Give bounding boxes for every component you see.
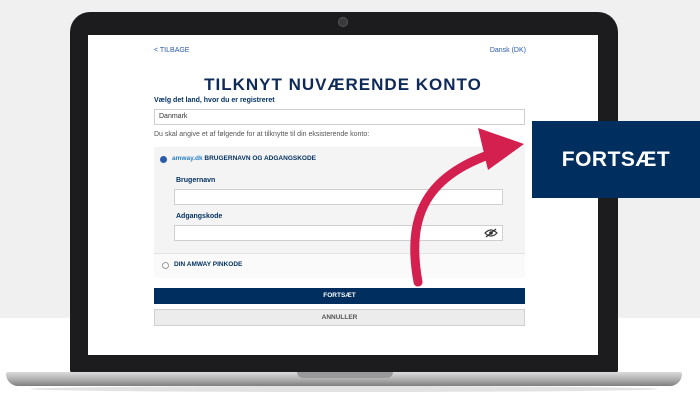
arrow-head bbox=[478, 128, 524, 170]
continue-callout: FORTSÆT bbox=[532, 121, 700, 198]
arrow-curve bbox=[410, 143, 515, 287]
